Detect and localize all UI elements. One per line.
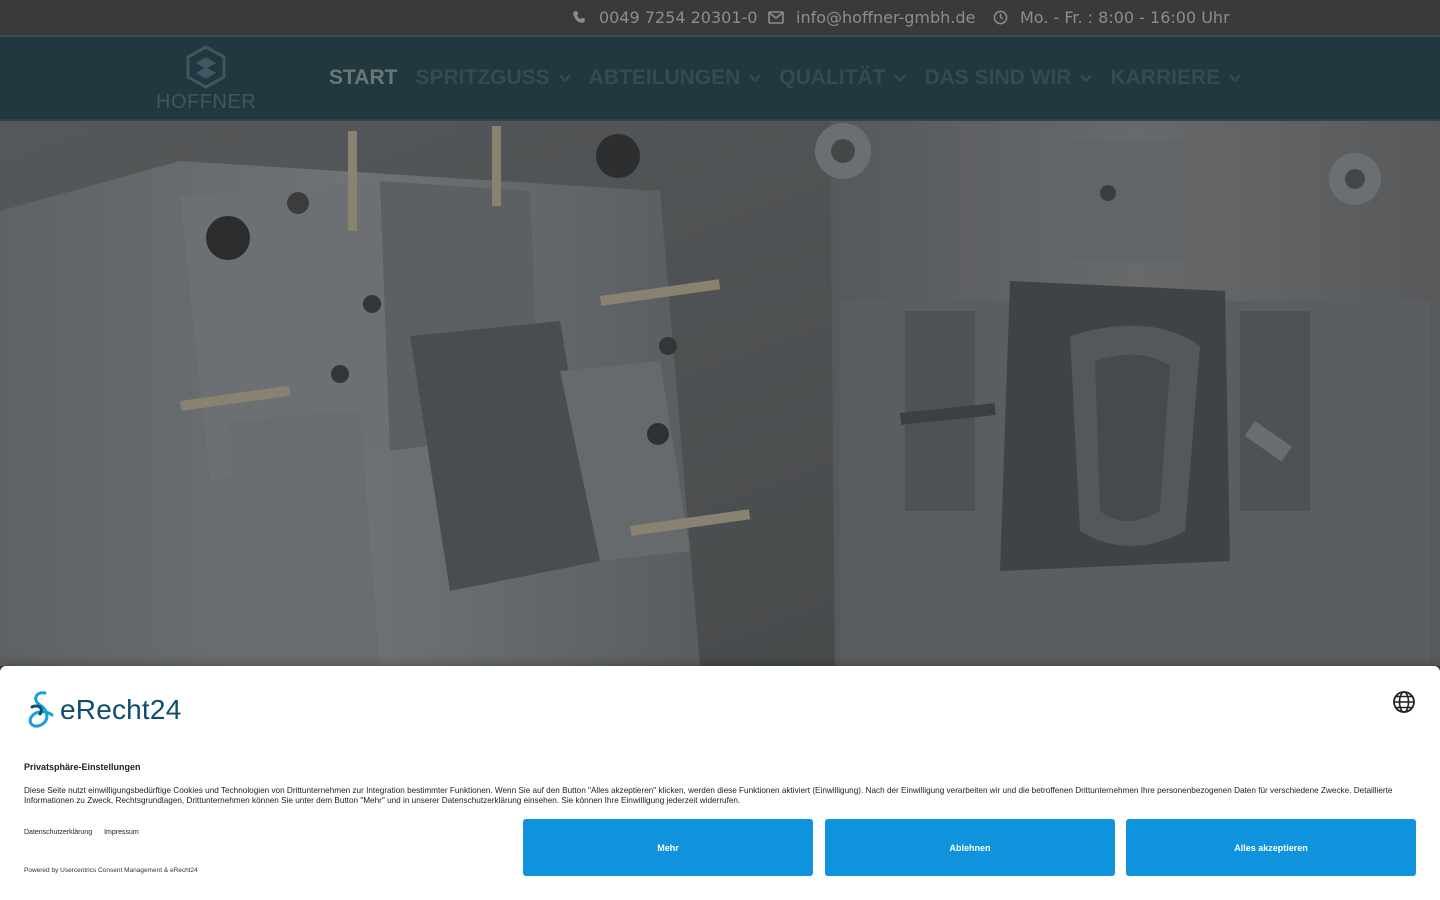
email-contact[interactable]: info@hoffner-gmbh.de bbox=[768, 0, 975, 35]
imprint-link[interactable]: Impressum bbox=[104, 829, 139, 836]
nav-item-abteilungen[interactable]: ABTEILUNGEN bbox=[589, 66, 762, 90]
nav-label: QUALITÄT bbox=[779, 66, 886, 89]
chevron-down-icon bbox=[1080, 74, 1093, 82]
hexagon-logo-icon bbox=[186, 45, 226, 89]
more-button[interactable]: Mehr bbox=[523, 819, 813, 876]
injection-mold-illustration bbox=[0, 121, 1440, 666]
top-info-bar: 0049 7254 20301-0 info@hoffner-gmbh.de M… bbox=[0, 0, 1440, 35]
nav-item-das-sind-wir[interactable]: DAS SIND WIR bbox=[924, 66, 1093, 90]
chevron-down-icon bbox=[749, 74, 762, 82]
chevron-down-icon bbox=[1229, 74, 1241, 82]
nav-label: ABTEILUNGEN bbox=[588, 66, 741, 89]
menu: START SPRITZGUSS ABTEILUNGEN QUALITÄT DA… bbox=[329, 37, 1241, 119]
phone-number[interactable]: 0049 7254 20301-0 bbox=[599, 8, 757, 27]
hero-image bbox=[0, 121, 1440, 666]
nav-label: DAS SIND WIR bbox=[924, 66, 1072, 89]
consent-description: Diese Seite nutzt einwilligungsbedürftig… bbox=[24, 786, 1393, 805]
logo-text: HOFFNER bbox=[156, 91, 257, 113]
chevron-down-icon bbox=[894, 74, 907, 82]
consent-title: Privatsphäre-Einstellungen bbox=[24, 762, 141, 772]
deny-button[interactable]: Ablehnen bbox=[825, 819, 1115, 876]
envelope-icon bbox=[768, 11, 784, 24]
cookie-consent-banner: eRecht24 Privatsphäre-Einstellungen Dies… bbox=[0, 666, 1440, 900]
email-address[interactable]: info@hoffner-gmbh.de bbox=[796, 8, 975, 27]
erecht24-symbol-icon bbox=[28, 691, 54, 728]
nav-item-start[interactable]: START bbox=[329, 66, 397, 90]
nav-label: SPRITZGUSS bbox=[415, 66, 550, 89]
brand-name: eRecht24 bbox=[60, 694, 182, 725]
accept-all-button[interactable]: Alles akzeptieren bbox=[1126, 819, 1416, 876]
powered-by-text: Powered by Usercentrics Consent Manageme… bbox=[24, 867, 198, 874]
nav-item-qualitaet[interactable]: QUALITÄT bbox=[779, 66, 907, 90]
opening-hours: Mo. - Fr. : 8:00 - 16:00 Uhr bbox=[993, 0, 1230, 35]
erecht24-logo: eRecht24 bbox=[24, 690, 181, 730]
phone-contact[interactable]: 0049 7254 20301-0 bbox=[572, 0, 757, 35]
phone-icon bbox=[573, 11, 585, 23]
company-logo[interactable]: HOFFNER bbox=[156, 43, 256, 115]
globe-icon[interactable] bbox=[1392, 690, 1416, 714]
consent-links: Datenschutzerklärung Impressum bbox=[24, 829, 139, 836]
nav-item-karriere[interactable]: KARRIERE bbox=[1110, 66, 1241, 90]
clock-icon bbox=[993, 10, 1008, 25]
main-navigation: HOFFNER START SPRITZGUSS ABTEILUNGEN QUA… bbox=[0, 35, 1440, 121]
hours-text: Mo. - Fr. : 8:00 - 16:00 Uhr bbox=[1020, 8, 1230, 27]
chevron-down-icon bbox=[558, 74, 571, 82]
nav-item-spritzguss[interactable]: SPRITZGUSS bbox=[415, 66, 571, 90]
nav-label: KARRIERE bbox=[1110, 66, 1221, 89]
nav-label: START bbox=[329, 66, 398, 89]
privacy-policy-link[interactable]: Datenschutzerklärung bbox=[24, 829, 92, 836]
